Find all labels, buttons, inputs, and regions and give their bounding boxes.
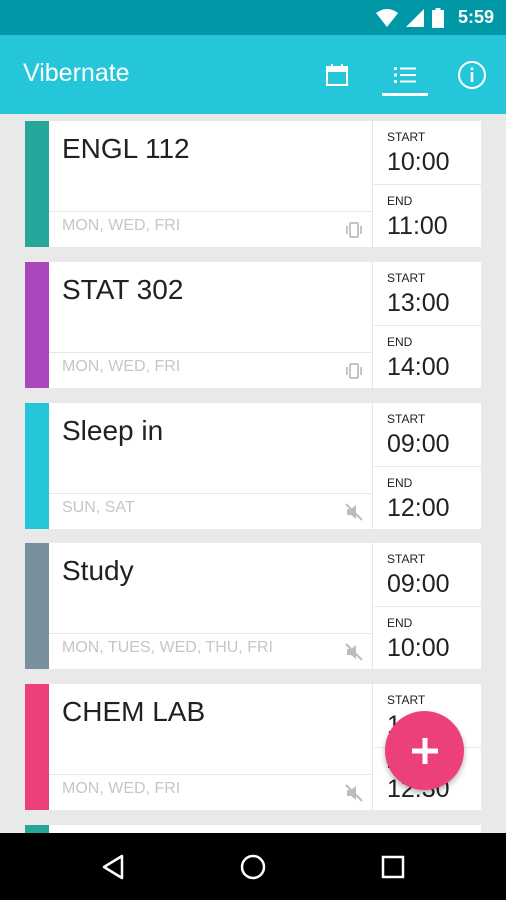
color-stripe bbox=[25, 262, 49, 388]
start-label: START bbox=[387, 271, 426, 285]
status-time: 5:59 bbox=[457, 7, 494, 27]
start-time[interactable]: 13:00 bbox=[387, 289, 450, 318]
back-icon bbox=[102, 854, 124, 880]
card-main: ENGL 112 MON, WED, FRI bbox=[49, 121, 373, 247]
vibrate-icon bbox=[346, 363, 362, 379]
recents-icon bbox=[381, 855, 405, 879]
list-view-button[interactable] bbox=[382, 53, 428, 97]
schedule-card[interactable]: ENGL 112 MON, WED, FRI START 10:00 END 1… bbox=[25, 121, 481, 247]
schedule-card[interactable]: Study MON, TUES, WED, THU, FRI START 09:… bbox=[25, 543, 481, 669]
schedule-days: MON, WED, FRI bbox=[62, 217, 181, 234]
mute-icon bbox=[345, 784, 363, 802]
divider bbox=[374, 184, 481, 185]
time-panel: START 09:00 END 10:00 bbox=[374, 543, 481, 669]
start-time[interactable]: 09:00 bbox=[387, 570, 450, 599]
back-button[interactable] bbox=[91, 845, 135, 889]
mute-icon bbox=[345, 643, 363, 661]
schedule-days: SUN, SAT bbox=[62, 499, 135, 516]
card-main: STAT 302 MON, WED, FRI bbox=[49, 262, 373, 388]
color-stripe bbox=[25, 121, 49, 247]
start-time[interactable]: 09:00 bbox=[387, 430, 450, 459]
divider bbox=[49, 352, 373, 353]
color-stripe bbox=[25, 403, 49, 529]
schedule-card[interactable]: Sleep in SUN, SAT START 09:00 END 12:00 bbox=[25, 403, 481, 529]
vibrate-icon bbox=[346, 222, 362, 238]
navigation-bar bbox=[0, 833, 506, 900]
end-time[interactable]: 14:00 bbox=[387, 353, 450, 382]
color-stripe bbox=[25, 825, 49, 833]
selected-tab-indicator bbox=[382, 93, 428, 96]
mute-icon bbox=[345, 503, 363, 521]
plus-icon bbox=[411, 737, 438, 764]
divider bbox=[374, 325, 481, 326]
calendar-view-button[interactable] bbox=[314, 53, 360, 97]
list-icon bbox=[394, 67, 416, 83]
schedule-days: MON, WED, FRI bbox=[62, 780, 181, 797]
divider bbox=[374, 466, 481, 467]
color-stripe bbox=[25, 684, 49, 810]
divider bbox=[49, 211, 373, 212]
schedule-days: MON, WED, FRI bbox=[62, 358, 181, 375]
status-bar: 5:59 bbox=[0, 0, 506, 35]
calendar-icon bbox=[326, 64, 348, 86]
recents-button[interactable] bbox=[371, 845, 415, 889]
end-time[interactable]: 11:00 bbox=[387, 212, 448, 241]
schedule-name: CHEM LAB bbox=[62, 696, 206, 727]
schedule-name: Study bbox=[62, 555, 134, 586]
divider bbox=[374, 606, 481, 607]
color-stripe bbox=[25, 543, 49, 669]
wifi-icon bbox=[375, 8, 398, 27]
divider bbox=[49, 633, 373, 634]
start-label: START bbox=[387, 693, 426, 707]
start-label: START bbox=[387, 412, 426, 426]
schedule-card-partial[interactable] bbox=[25, 825, 481, 833]
schedule-days: MON, TUES, WED, THU, FRI bbox=[62, 639, 273, 656]
end-label: END bbox=[387, 335, 413, 349]
time-panel: START 10:00 END 11:00 bbox=[374, 121, 481, 247]
time-panel: START 09:00 END 12:00 bbox=[374, 403, 481, 529]
start-time[interactable]: 10:00 bbox=[387, 148, 450, 177]
schedule-name: STAT 302 bbox=[62, 274, 184, 305]
schedule-name: ENGL 112 bbox=[62, 133, 190, 164]
cell-signal-icon bbox=[405, 8, 424, 27]
card-main: Study MON, TUES, WED, THU, FRI bbox=[49, 543, 373, 669]
schedule-name: Sleep in bbox=[62, 415, 164, 446]
card-main: CHEM LAB MON, WED, FRI bbox=[49, 684, 373, 810]
time-panel: START 13:00 END 14:00 bbox=[374, 262, 481, 388]
schedule-card[interactable]: STAT 302 MON, WED, FRI START 13:00 END 1… bbox=[25, 262, 481, 388]
start-label: START bbox=[387, 130, 426, 144]
battery-icon bbox=[431, 7, 444, 28]
end-label: END bbox=[387, 616, 413, 630]
add-schedule-button[interactable] bbox=[385, 711, 464, 790]
divider bbox=[49, 774, 373, 775]
end-time[interactable]: 12:00 bbox=[387, 494, 450, 523]
app-bar: Vibernate bbox=[0, 35, 506, 114]
end-label: END bbox=[387, 476, 413, 490]
app-title: Vibernate bbox=[23, 59, 130, 87]
end-time[interactable]: 10:00 bbox=[387, 634, 450, 663]
divider bbox=[49, 493, 373, 494]
info-button[interactable] bbox=[449, 53, 495, 97]
start-label: START bbox=[387, 552, 426, 566]
card-main: Sleep in SUN, SAT bbox=[49, 403, 373, 529]
end-label: END bbox=[387, 194, 413, 208]
home-icon bbox=[240, 854, 266, 880]
home-button[interactable] bbox=[231, 845, 275, 889]
info-icon bbox=[458, 61, 486, 89]
